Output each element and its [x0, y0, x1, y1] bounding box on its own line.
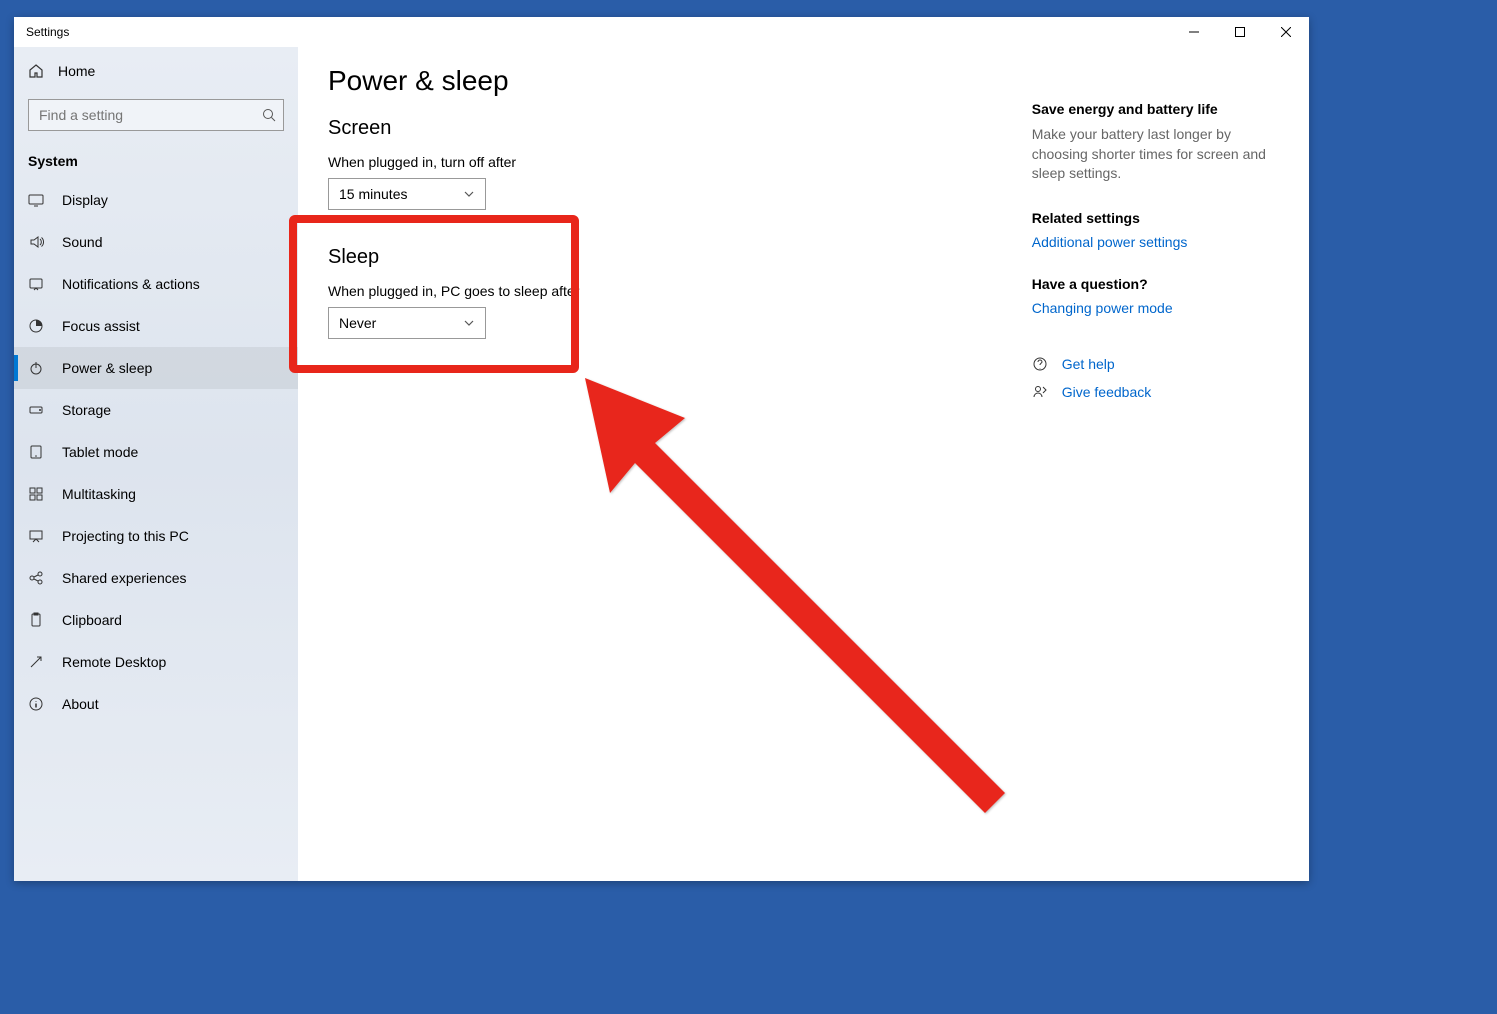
search-wrap [14, 91, 298, 139]
nav-item-label: Multitasking [62, 486, 136, 502]
dropdown-value: Never [339, 315, 376, 331]
maximize-icon [1235, 27, 1245, 37]
nav-item-label: Sound [62, 234, 102, 250]
main-column: Power & sleep Screen When plugged in, tu… [328, 65, 1032, 863]
notifications-icon [28, 276, 44, 292]
nav-item-shared[interactable]: Shared experiences [14, 557, 298, 599]
multitasking-icon [28, 486, 44, 502]
give-feedback-row[interactable]: Give feedback [1032, 384, 1279, 400]
get-help-link: Get help [1062, 356, 1115, 372]
section-screen-title: Screen [328, 117, 1032, 140]
changing-power-link[interactable]: Changing power mode [1032, 300, 1279, 316]
window-body: Home System Display Sound Notifications … [14, 47, 1309, 881]
nav-header: System [14, 139, 298, 179]
nav-item-notifications[interactable]: Notifications & actions [14, 263, 298, 305]
sleep-field-label: When plugged in, PC goes to sleep after [328, 283, 1032, 299]
related-title: Related settings [1032, 210, 1279, 226]
nav-item-projecting[interactable]: Projecting to this PC [14, 515, 298, 557]
get-help-row[interactable]: Get help [1032, 356, 1279, 372]
nav-item-label: Power & sleep [62, 360, 152, 376]
tablet-icon [28, 444, 44, 460]
nav-item-label: Focus assist [62, 318, 140, 334]
minimize-icon [1189, 27, 1199, 37]
close-icon [1281, 27, 1291, 37]
power-icon [28, 360, 44, 376]
nav-item-storage[interactable]: Storage [14, 389, 298, 431]
screen-field-label: When plugged in, turn off after [328, 154, 1032, 170]
minimize-button[interactable] [1171, 17, 1217, 47]
nav-item-focus[interactable]: Focus assist [14, 305, 298, 347]
remote-icon [28, 654, 44, 670]
nav-home[interactable]: Home [14, 51, 298, 91]
window-title: Settings [26, 25, 1171, 39]
chevron-down-icon [463, 317, 475, 329]
nav-item-label: Remote Desktop [62, 654, 166, 670]
nav-item-label: Storage [62, 402, 111, 418]
sleep-timeout-dropdown[interactable]: Never [328, 307, 486, 339]
nav-item-label: Notifications & actions [62, 276, 200, 292]
give-feedback-link: Give feedback [1062, 384, 1152, 400]
nav-home-label: Home [58, 63, 95, 79]
dropdown-value: 15 minutes [339, 186, 407, 202]
home-icon [28, 63, 44, 79]
nav-item-tablet[interactable]: Tablet mode [14, 431, 298, 473]
additional-power-link[interactable]: Additional power settings [1032, 234, 1279, 250]
display-icon [28, 192, 44, 208]
nav-item-label: Clipboard [62, 612, 122, 628]
nav-item-multitasking[interactable]: Multitasking [14, 473, 298, 515]
storage-icon [28, 402, 44, 418]
settings-window: Settings Home System [14, 17, 1309, 881]
focus-icon [28, 318, 44, 334]
titlebar: Settings [14, 17, 1309, 47]
nav-item-sound[interactable]: Sound [14, 221, 298, 263]
screen-timeout-dropdown[interactable]: 15 minutes [328, 178, 486, 210]
nav-item-about[interactable]: About [14, 683, 298, 725]
nav-item-power[interactable]: Power & sleep [14, 347, 298, 389]
chevron-down-icon [463, 188, 475, 200]
content: Power & sleep Screen When plugged in, tu… [298, 47, 1309, 881]
question-title: Have a question? [1032, 276, 1279, 292]
section-sleep-title: Sleep [328, 246, 1032, 269]
energy-title: Save energy and battery life [1032, 101, 1279, 117]
page-title: Power & sleep [328, 65, 1032, 97]
nav-item-label: About [62, 696, 99, 712]
clipboard-icon [28, 612, 44, 628]
nav-item-label: Shared experiences [62, 570, 187, 586]
nav-item-display[interactable]: Display [14, 179, 298, 221]
projecting-icon [28, 528, 44, 544]
close-button[interactable] [1263, 17, 1309, 47]
sidebar: Home System Display Sound Notifications … [14, 47, 298, 881]
about-icon [28, 696, 44, 712]
maximize-button[interactable] [1217, 17, 1263, 47]
nav-item-label: Tablet mode [62, 444, 138, 460]
shared-icon [28, 570, 44, 586]
nav-item-remote[interactable]: Remote Desktop [14, 641, 298, 683]
nav-item-clipboard[interactable]: Clipboard [14, 599, 298, 641]
energy-text: Make your battery last longer by choosin… [1032, 125, 1279, 184]
nav-item-label: Display [62, 192, 108, 208]
sound-icon [28, 234, 44, 250]
feedback-icon [1032, 384, 1048, 400]
help-icon [1032, 356, 1048, 372]
nav-item-label: Projecting to this PC [62, 528, 189, 544]
search-input[interactable] [28, 99, 284, 131]
side-column: Save energy and battery life Make your b… [1032, 65, 1279, 863]
search-icon [262, 108, 276, 122]
